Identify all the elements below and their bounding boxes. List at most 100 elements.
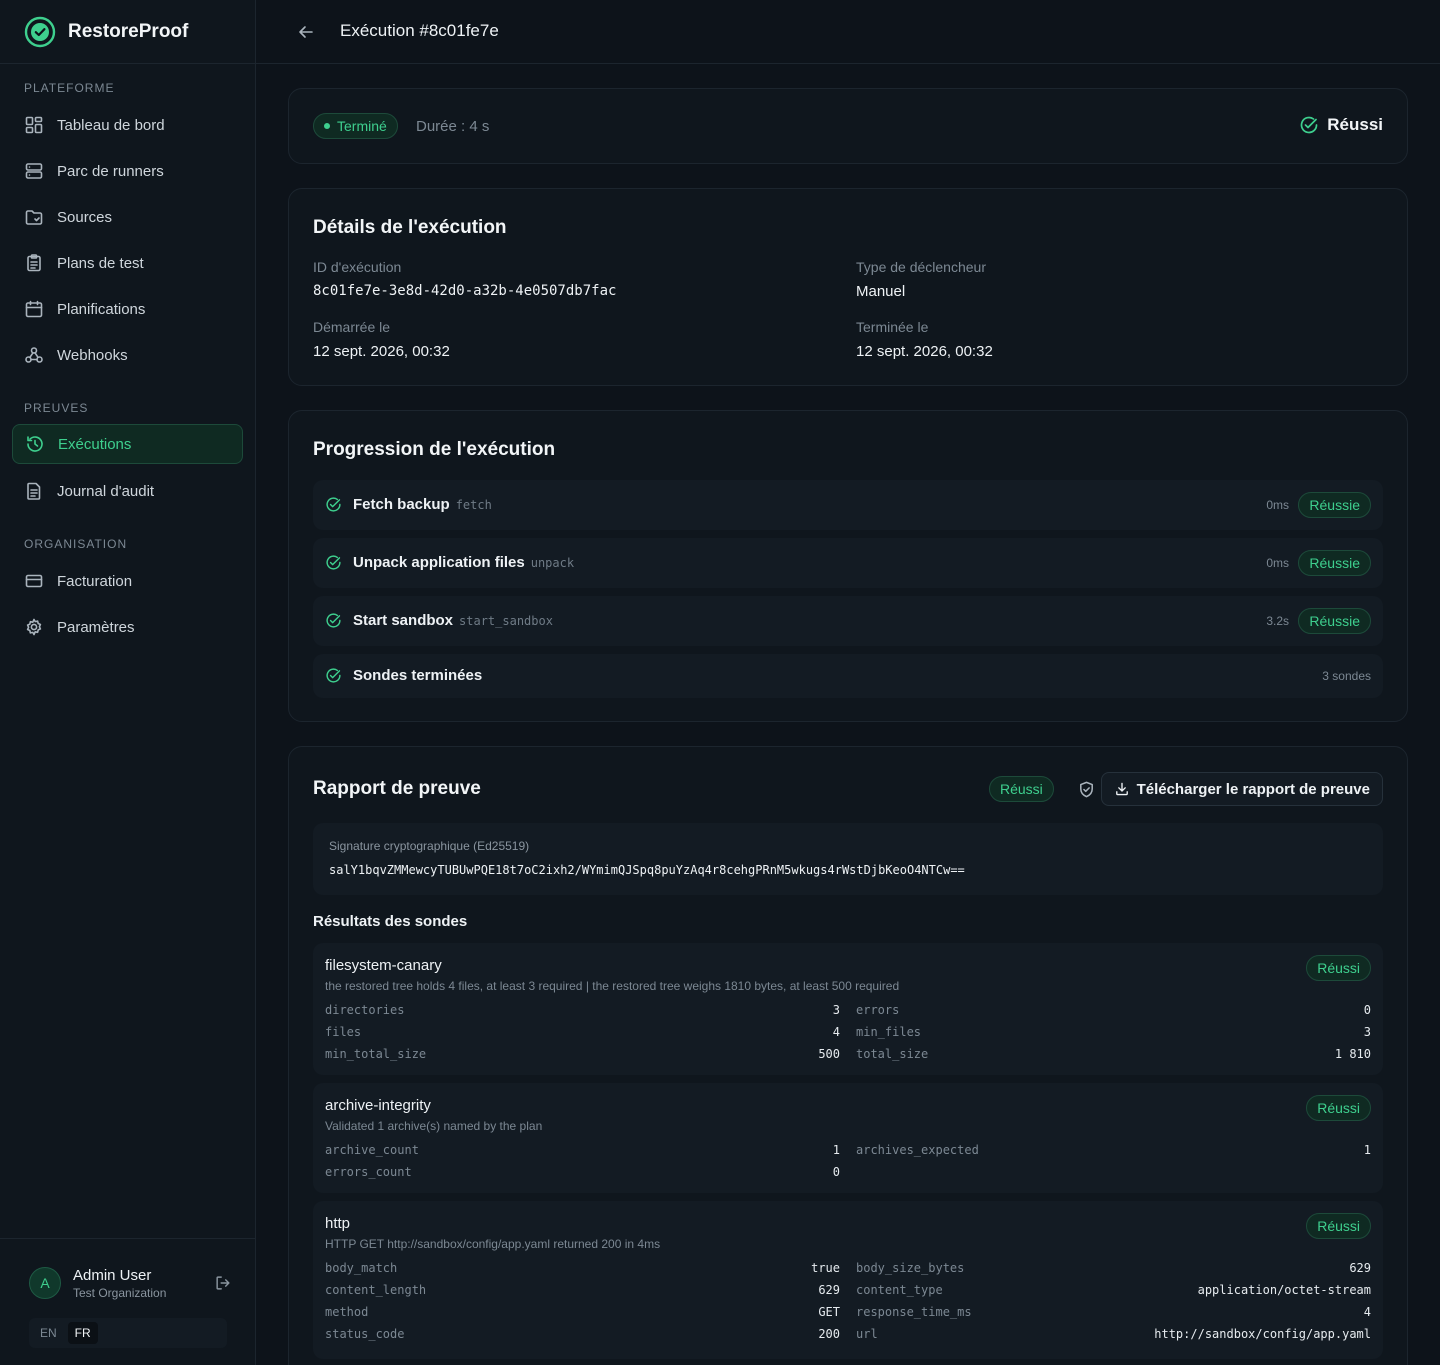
sidebar-item-label: Planifications: [57, 300, 146, 318]
sidebar-item-runners[interactable]: Parc de runners: [12, 151, 243, 191]
history-icon: [27, 436, 43, 452]
brand-name: RestoreProof: [68, 20, 189, 42]
step-name: Start sandbox: [353, 612, 454, 629]
sidebar-item-test-plans[interactable]: Plans de test: [12, 243, 243, 283]
back-arrow-icon[interactable]: [296, 22, 316, 42]
details-title: Détails de l'exécution: [313, 217, 507, 238]
sidebar-item-label: Journal d'audit: [57, 482, 155, 500]
step-key: unpack: [530, 556, 575, 570]
probes-summary-row: Sondes terminées 3 sondes: [313, 654, 1383, 698]
probe-status-badge: Réussi: [1306, 955, 1371, 981]
metric-row: url http://sandbox/config/app.yaml: [856, 1327, 1371, 1341]
metric-row: response_time_ms 4: [856, 1305, 1371, 1319]
probe-status-badge: Réussi: [1306, 1095, 1371, 1121]
probe-description: HTTP GET http://sandbox/config/app.yaml …: [325, 1237, 661, 1251]
gear-icon: [26, 618, 42, 636]
metric-row: body_size_bytes 629: [856, 1261, 1371, 1275]
trigger-type-label: Type de déclencheur: [856, 259, 986, 275]
probes-count: 3 sondes: [1322, 669, 1371, 683]
shield-check-icon[interactable]: [1077, 780, 1096, 799]
download-report-button[interactable]: Télécharger le rapport de preuve: [1100, 772, 1383, 806]
probe-description: the restored tree holds 4 files, at leas…: [325, 979, 900, 993]
step-time: 0ms: [1266, 498, 1289, 512]
logout-icon[interactable]: [214, 1274, 232, 1292]
sidebar-item-executions[interactable]: Exécutions: [12, 424, 243, 464]
sidebar: RestoreProof PLATEFORME Tableau de bord …: [0, 0, 256, 1365]
language-switcher: EN FR: [29, 1318, 227, 1348]
sidebar-item-dashboard[interactable]: Tableau de bord: [12, 105, 243, 145]
started-value: 12 sept. 2026, 00:32: [313, 343, 450, 360]
document-icon: [27, 482, 41, 500]
sidebar-item-billing[interactable]: Facturation: [12, 561, 243, 601]
started-label: Démarrée le: [313, 319, 391, 335]
probe-status-badge: Réussi: [1306, 1213, 1371, 1239]
folder-icon: [25, 210, 43, 225]
metric-row: errors 0: [856, 1003, 1371, 1017]
report-card: Rapport de preuve Réussi Télécharger le …: [288, 746, 1408, 1365]
brand[interactable]: RestoreProof: [0, 0, 255, 64]
webhook-icon: [25, 347, 43, 363]
sidebar-item-label: Facturation: [57, 572, 133, 590]
lang-en-button[interactable]: EN: [33, 1322, 64, 1344]
metric-row: files 4: [325, 1025, 840, 1039]
sidebar-item-label: Sources: [57, 208, 113, 226]
details-card: Détails de l'exécution ID d'exécution 8c…: [288, 188, 1408, 386]
sidebar-item-label: Parc de runners: [57, 162, 164, 180]
sidebar-item-settings[interactable]: Paramètres: [12, 607, 243, 647]
avatar[interactable]: A: [29, 1267, 61, 1299]
nav-section-platform: PLATEFORME: [24, 81, 115, 95]
metric-row: body_match true: [325, 1261, 840, 1275]
metric-row: total_size 1 810: [856, 1047, 1371, 1061]
status-card: Terminé Durée : 4 s Réussi: [288, 88, 1408, 164]
metric-row: errors_count 0: [325, 1165, 840, 1179]
status-dot: [324, 123, 330, 129]
calendar-icon: [25, 300, 43, 318]
probe-name: archive-integrity: [325, 1097, 431, 1114]
metric-row: archive_count 1: [325, 1143, 840, 1157]
probe-card: archive-integrity Validated 1 archive(s)…: [313, 1083, 1383, 1193]
signature-box: Signature cryptographique (Ed25519) salY…: [313, 823, 1383, 895]
sidebar-item-webhooks[interactable]: Webhooks: [12, 335, 243, 375]
user-box: A Admin User Test Organization EN FR: [0, 1238, 256, 1365]
ended-label: Terminée le: [856, 319, 929, 335]
step-key: start_sandbox: [459, 614, 553, 628]
check-circle-icon: [326, 668, 341, 683]
server-icon: [25, 163, 43, 179]
logo-icon: [24, 16, 56, 47]
metric-row: archives_expected 1: [856, 1143, 1371, 1157]
probe-name: http: [325, 1215, 351, 1232]
result-indicator: Réussi: [1299, 115, 1383, 135]
metric-row: min_files 3: [856, 1025, 1371, 1039]
report-status-badge: Réussi: [989, 776, 1054, 802]
page-title: Exécution #8c01fe7e: [340, 21, 499, 40]
clipboard-icon: [27, 254, 41, 272]
sidebar-item-sources[interactable]: Sources: [12, 197, 243, 237]
step-name: Unpack application files: [353, 554, 525, 571]
step-row: Fetch backup fetch 0ms Réussie: [313, 480, 1383, 530]
sidebar-item-label: Plans de test: [57, 254, 144, 272]
probes-summary-label: Sondes terminées: [353, 667, 483, 684]
step-row: Start sandbox start_sandbox 3.2s Réussie: [313, 596, 1383, 646]
step-time: 0ms: [1266, 556, 1289, 570]
metric-row: content_length 629: [325, 1283, 840, 1297]
sidebar-item-schedules[interactable]: Planifications: [12, 289, 243, 329]
metric-row: content_type application/octet-stream: [856, 1283, 1371, 1297]
metric-row: min_total_size 500: [325, 1047, 840, 1061]
step-status-badge: Réussie: [1298, 492, 1371, 518]
sidebar-item-label: Exécutions: [58, 435, 132, 453]
signature-value: salY1bqvZMMewcyTUBUwPQE18t7oC2ixh2/WYmim…: [329, 863, 965, 877]
sidebar-item-label: Tableau de bord: [57, 116, 165, 134]
trigger-type-value: Manuel: [856, 283, 906, 300]
download-icon: [1115, 782, 1128, 796]
signature-label: Signature cryptographique (Ed25519): [329, 839, 530, 853]
sidebar-item-audit-log[interactable]: Journal d'audit: [12, 471, 243, 511]
check-circle-icon: [1300, 116, 1318, 134]
nav-section-proofs: PREUVES: [24, 401, 89, 415]
lang-fr-button[interactable]: FR: [67, 1322, 98, 1344]
ended-value: 12 sept. 2026, 00:32: [856, 343, 993, 360]
check-circle-icon: [326, 555, 341, 570]
nav-section-organisation: ORGANISATION: [24, 537, 128, 551]
progress-card: Progression de l'exécution Fetch backup f…: [288, 410, 1408, 722]
step-name: Fetch backup: [353, 496, 450, 513]
step-status-badge: Réussie: [1298, 608, 1371, 634]
